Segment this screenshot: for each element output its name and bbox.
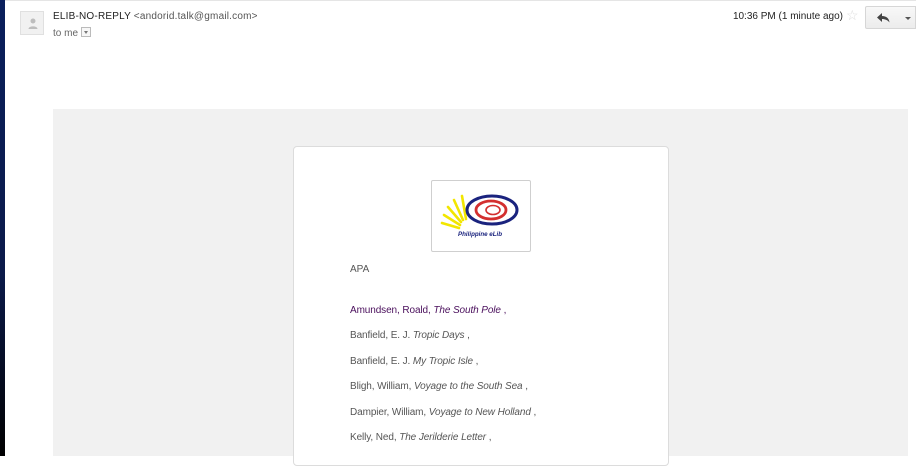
recipient-label: to me — [53, 28, 79, 39]
citation-list: Amundsen, Roald, The South Pole , Banfie… — [350, 305, 536, 457]
citation-author: Amundsen, Roald, — [350, 305, 431, 316]
citation-entry[interactable]: Banfield, E. J. My Tropic Isle , — [350, 356, 536, 381]
elib-logo: Philippine eLib — [431, 180, 531, 252]
citation-end: , — [488, 431, 492, 443]
elib-logo-graphic: Philippine eLib — [440, 194, 519, 238]
sender-line: ELIB-NO-REPLY <andorid.talk@gmail.com> — [53, 11, 258, 22]
citation-title[interactable]: Tropic Days — [413, 330, 465, 341]
citation-end: , — [525, 381, 528, 393]
star-icon[interactable]: ☆ — [846, 7, 859, 23]
citation-title[interactable]: Voyage to the South Sea — [414, 381, 523, 392]
citation-author: Bligh, William, — [350, 381, 412, 393]
header-divider — [5, 0, 916, 1]
citation-end: , — [503, 305, 507, 316]
citation-author: Dampier, William, — [350, 406, 427, 418]
citation-title[interactable]: Voyage to New Holland — [429, 407, 531, 418]
desktop-edge — [0, 0, 5, 456]
recipient-line: to me — [53, 27, 92, 39]
citation-entry[interactable]: Dampier, William, Voyage to New Holland … — [350, 407, 536, 432]
expand-details-icon[interactable] — [81, 27, 92, 38]
citation-title[interactable]: The South Pole — [433, 305, 501, 316]
citation-style-label: APA — [350, 264, 370, 275]
citation-entry[interactable]: Kelly, Ned, The Jerilderie Letter , — [350, 432, 536, 457]
citation-author: Kelly, Ned, — [350, 431, 397, 443]
message-timestamp: 10:36 PM (1 minute ago) — [732, 11, 843, 22]
citation-title[interactable]: My Tropic Isle — [413, 356, 473, 367]
citation-entry[interactable]: Amundsen, Roald, The South Pole , — [350, 305, 536, 330]
citation-title[interactable]: The Jerilderie Letter — [399, 432, 486, 443]
reply-button[interactable] — [865, 6, 900, 29]
citation-end: , — [467, 330, 470, 342]
citation-entry[interactable]: Banfield, E. J. Tropic Days , — [350, 330, 536, 355]
logo-wordmark: Philippine eLib — [458, 231, 502, 238]
citation-entry[interactable]: Bligh, William, Voyage to the South Sea … — [350, 381, 536, 406]
more-actions-button[interactable] — [899, 6, 916, 29]
citation-author: Banfield, E. J. — [350, 355, 411, 367]
sender-email: <andorid.talk@gmail.com> — [133, 11, 258, 22]
citation-author: Banfield, E. J. — [350, 330, 411, 342]
citation-end: , — [533, 406, 537, 418]
reply-arrow-icon — [877, 13, 890, 23]
citation-end: , — [475, 355, 479, 367]
sender-avatar — [20, 11, 44, 35]
person-silhouette-icon — [28, 18, 38, 29]
sender-name[interactable]: ELIB-NO-REPLY — [53, 11, 131, 22]
